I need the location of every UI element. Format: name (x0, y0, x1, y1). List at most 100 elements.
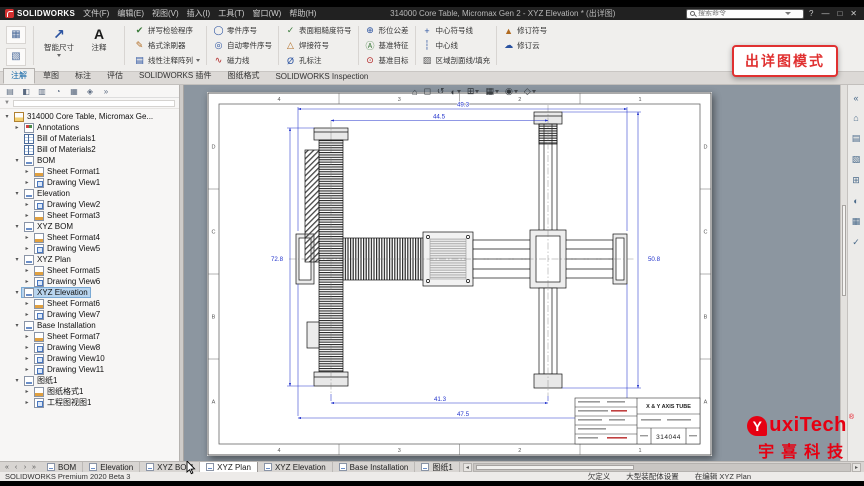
magnetic-line-button[interactable]: ∿ 磁力线 (209, 53, 276, 68)
command-search[interactable] (686, 8, 804, 19)
dimension-right-height[interactable]: 50.8 (647, 255, 661, 263)
tree-item[interactable]: ▸ Drawing View2 (0, 199, 179, 210)
appearances-icon[interactable]: ◐ (853, 196, 858, 206)
restore-button[interactable]: □ (837, 9, 842, 18)
menu-item-3[interactable]: 视图(V) (149, 8, 182, 19)
sheet-tab-nav-3[interactable]: › (21, 464, 29, 471)
search-dropdown-icon[interactable] (785, 12, 791, 15)
vertical-scrollbar[interactable] (840, 85, 847, 461)
tree-item[interactable]: ▸ Sheet Format3 (0, 210, 179, 221)
display-style-button[interactable]: ▦ (485, 86, 499, 97)
tree-item[interactable]: ▾ XYZ Elevation (0, 287, 179, 298)
tree-expand-icon[interactable]: ▾ (13, 377, 21, 384)
drawing-sheet[interactable]: 44332211DDCCBBAA 49.3 44.5 72.8 50.8 41.… (207, 92, 712, 456)
view-palette-icon[interactable]: ⊞ (852, 175, 860, 186)
tree-item[interactable]: ▸ Sheet Format1 (0, 166, 179, 177)
scroll-right-icon[interactable]: ▸ (852, 462, 861, 472)
previous-view-button[interactable]: ↺ (437, 86, 445, 97)
tree-item[interactable]: ▸ Sheet Format6 (0, 298, 179, 309)
sheet-tab-5[interactable]: XYZ Elevation (258, 462, 333, 472)
menu-item-1[interactable]: 文件(F) (80, 8, 112, 19)
tree-expand-icon[interactable]: ▸ (23, 366, 31, 373)
sheet-tab-nav-1[interactable]: « (3, 464, 11, 471)
weld-symbol-button[interactable]: △ 焊接符号 (281, 38, 356, 53)
note-button[interactable]: A 注释 (79, 22, 119, 69)
dimension-bottom-width[interactable]: 47.5 (456, 410, 470, 418)
tree-item[interactable]: ▸ Drawing View10 (0, 353, 179, 364)
sheet-tab-nav-2[interactable]: ‹ (12, 464, 20, 471)
tree-item[interactable]: ▸ Sheet Format7 (0, 331, 179, 342)
tree-expand-icon[interactable]: ▸ (23, 245, 31, 252)
design-library-icon[interactable]: ▤ (852, 133, 861, 144)
tree-item[interactable]: ▸ Annotations (0, 122, 179, 133)
custom-properties-icon[interactable]: ▦ (852, 216, 861, 227)
property-manager-tab[interactable]: ◧ (19, 87, 33, 96)
tree-expand-icon[interactable]: ▸ (23, 388, 31, 395)
tree-expand-icon[interactable]: ▸ (23, 212, 31, 219)
tree-expand-icon[interactable]: ▾ (13, 190, 21, 197)
feature-manager-tab[interactable]: ▤ (3, 87, 17, 96)
section-view-button[interactable]: ◐ (450, 87, 461, 97)
graphics-area[interactable]: ⌂ ◻ ↺ ◐ ⊞ ▦ ◉ ◇ 4 4 3 3 2 2 1 1 D D C C … (184, 85, 847, 461)
dimxpert-manager-tab[interactable]: ◔ (51, 87, 65, 96)
dimension-left-height[interactable]: 72.8 (270, 255, 284, 263)
display-manager-tab[interactable]: ▦ (67, 87, 81, 96)
tree-filter-input[interactable] (12, 99, 175, 107)
smart-dimension-button[interactable]: ↗ 智能尺寸 (39, 22, 79, 69)
view-orientation-button[interactable]: ⊞ (467, 86, 480, 97)
tree-item[interactable]: ▸ Drawing View11 (0, 364, 179, 375)
tree-expand-icon[interactable]: ▸ (23, 168, 31, 175)
menu-item-5[interactable]: 工具(T) (215, 8, 247, 19)
command-tab-3[interactable]: 标注 (67, 68, 99, 84)
tree-expand-icon[interactable]: ▸ (23, 311, 31, 318)
tree-expand-icon[interactable]: ▾ (13, 322, 21, 329)
revision-symbol-button[interactable]: ▲ 修订符号 (499, 23, 551, 38)
filter-icon[interactable]: ▼ (4, 100, 10, 106)
tree-expand-icon[interactable]: ▸ (13, 124, 21, 131)
dimension-bottom-inner[interactable]: 41.3 (433, 395, 447, 403)
command-tab-4[interactable]: 评估 (99, 68, 131, 84)
drawing-sheet-svg[interactable]: 44332211D DC CB BA A 49.3 44.5 72.8 50.8… (207, 92, 712, 456)
sheet-tab-7[interactable]: 图纸1 (415, 462, 460, 472)
search-input[interactable] (698, 10, 782, 17)
menu-item-4[interactable]: 插入(I) (184, 8, 214, 19)
tree-expand-icon[interactable]: ▾ (3, 113, 11, 120)
sheet-tab-6[interactable]: Base Installation (333, 462, 416, 472)
tree-expand-icon[interactable]: ▸ (23, 267, 31, 274)
command-tab-7[interactable]: SOLIDWORKS Inspection (267, 70, 376, 84)
tree-expand-icon[interactable]: ▸ (23, 333, 31, 340)
spell-checker-button[interactable]: ✔ 拼写检验程序 (130, 23, 204, 38)
tree-item[interactable]: ▸ 图纸格式1 (0, 386, 179, 397)
scroll-left-icon[interactable]: ◂ (462, 462, 472, 472)
menu-item-2[interactable]: 编辑(E) (114, 8, 147, 19)
datum-target-button[interactable]: ⊙ 基准目标 (361, 53, 413, 68)
resources-icon[interactable]: ⌂ (853, 113, 858, 123)
panel-tabs-overflow-icon[interactable]: » (99, 87, 113, 96)
center-mark-button[interactable]: + 中心符号线 (418, 23, 495, 38)
tree-item[interactable]: ▾ XYZ BOM (0, 221, 179, 232)
auto-balloon-button[interactable]: ◎ 自动零件序号 (209, 38, 276, 53)
horizontal-scrollbar-thumb[interactable] (475, 464, 634, 470)
dimension-top-inner[interactable]: 44.5 (432, 113, 446, 121)
tree-item[interactable]: ▾ BOM (0, 155, 179, 166)
hole-callout-button[interactable]: Ø 孔标注 (281, 53, 356, 68)
tree-item[interactable]: ▸ 工程图视图1 (0, 397, 179, 408)
vertical-scrollbar-thumb[interactable] (842, 205, 846, 296)
model-items-button[interactable]: ▦ (6, 25, 26, 44)
sheet-tab-4[interactable]: XYZ Plan (200, 462, 258, 472)
tree-expand-icon[interactable]: ▸ (23, 300, 31, 307)
centerline-button[interactable]: ┆ 中心线 (418, 38, 495, 53)
drawing-properties-button[interactable]: ▧ (6, 47, 26, 66)
file-explorer-icon[interactable]: ▧ (852, 154, 861, 165)
configuration-manager-tab[interactable]: ▥ (35, 87, 49, 96)
tree-expand-icon[interactable]: ▸ (23, 234, 31, 241)
collapse-taskpane-icon[interactable]: « (853, 93, 858, 103)
tree-expand-icon[interactable]: ▸ (23, 179, 31, 186)
zoom-fit-button[interactable]: ⌂ (412, 87, 417, 97)
tree-expand-icon[interactable]: ▾ (13, 223, 21, 230)
menu-item-7[interactable]: 帮助(H) (286, 8, 319, 19)
format-painter-button[interactable]: ✎ 格式涂刷器 (130, 38, 204, 53)
sheet-tab-2[interactable]: Elevation (83, 462, 141, 472)
tree-item[interactable]: ▸ Drawing View1 (0, 177, 179, 188)
menu-item-6[interactable]: 窗口(W) (249, 8, 284, 19)
